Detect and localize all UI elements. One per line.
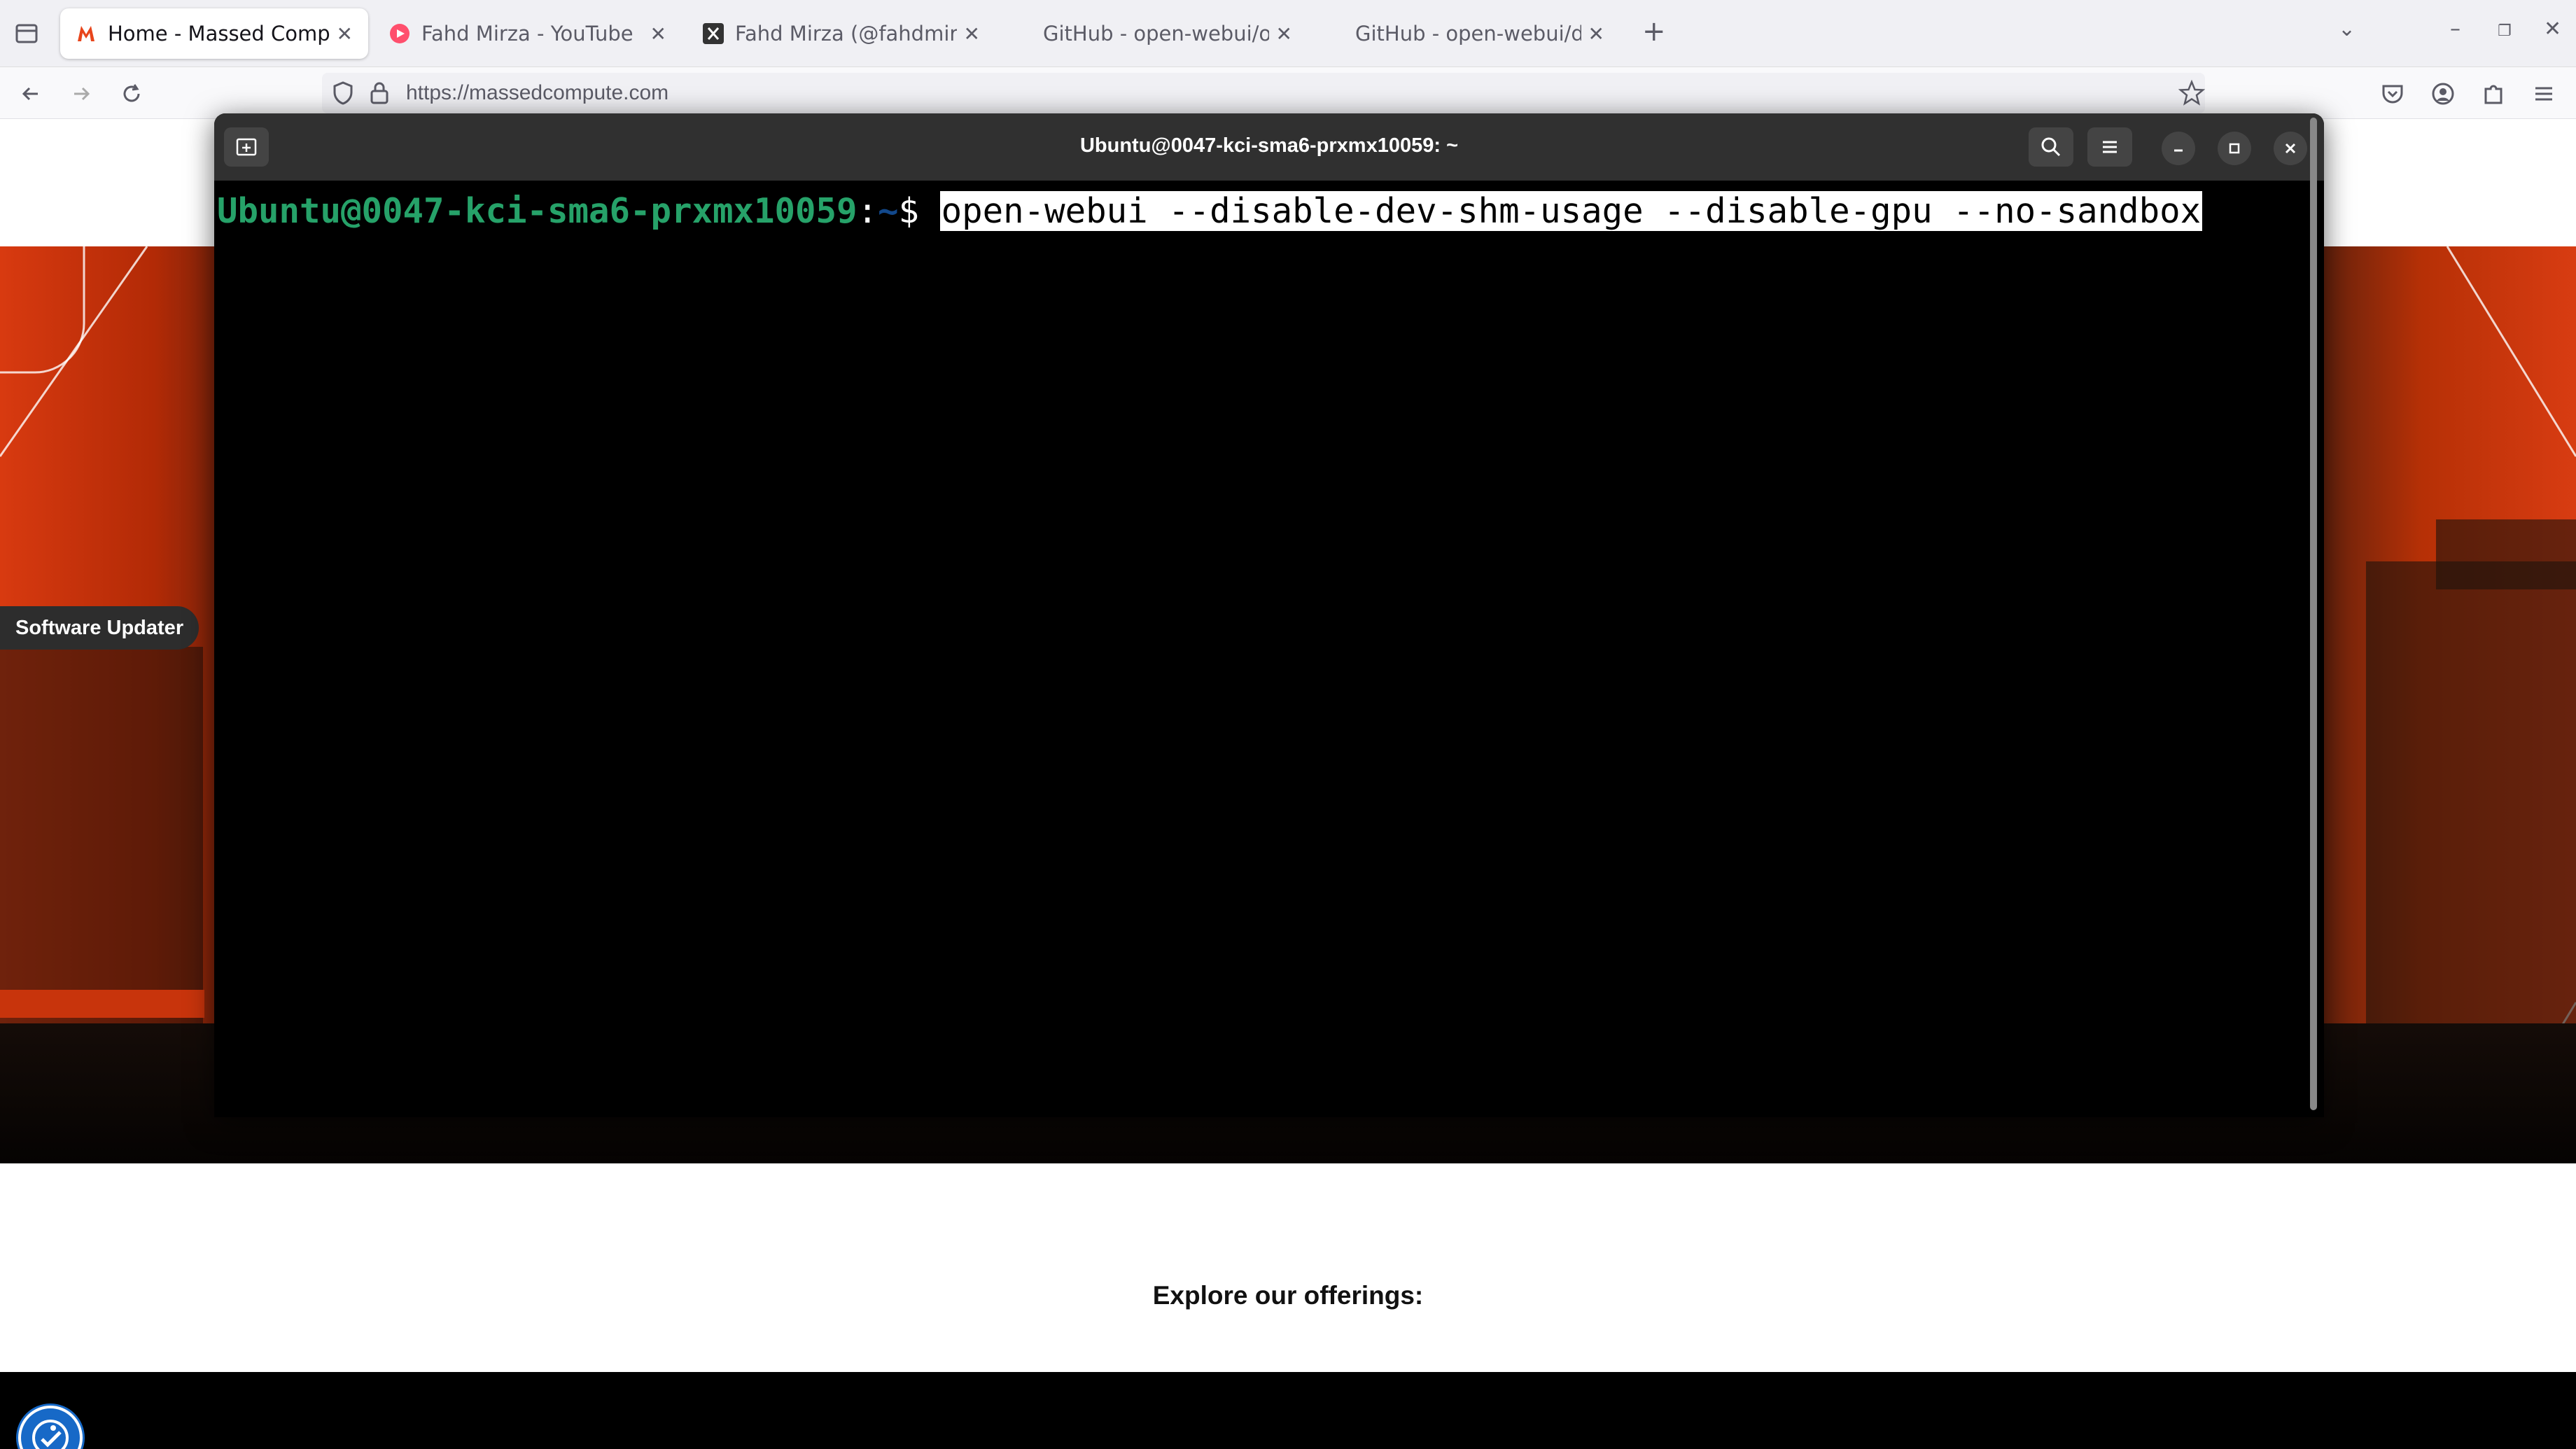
tab-x-profile[interactable]: Fahd Mirza (@fahdmirza ✕	[687, 8, 995, 59]
tab-github-2[interactable]: GitHub - open-webui/de ✕	[1340, 8, 1620, 59]
shield-icon[interactable]	[332, 81, 354, 108]
terminal-scrollbar[interactable]	[2310, 118, 2317, 1110]
navigation-bar: https://massedcompute.com	[0, 67, 2576, 119]
maximize-button[interactable]	[2218, 132, 2251, 165]
terminal-menu-button[interactable]	[2087, 127, 2132, 167]
account-icon	[2432, 83, 2454, 105]
close-icon	[2285, 143, 2296, 154]
terminal-window[interactable]: Ubuntu@0047-kci-sma6-prxmx10059: ~ Ubunt…	[214, 113, 2324, 1117]
hamburger-icon	[2103, 141, 2117, 153]
terminal-title: Ubuntu@0047-kci-sma6-prxmx10059: ~	[1079, 134, 1459, 157]
tab-youtube[interactable]: Fahd Mirza - YouTube ✕	[374, 8, 682, 59]
hamburger-icon	[2535, 87, 2552, 101]
reload-icon	[123, 84, 140, 102]
tab-list-icon	[15, 24, 38, 43]
puzzle-icon	[2484, 85, 2502, 104]
arrow-left-icon	[22, 87, 38, 101]
terminal-output[interactable]: Ubuntu@0047-kci-sma6-prxmx10059:~$ open-…	[214, 181, 2324, 1117]
tab-list-button[interactable]	[13, 20, 41, 48]
minimize-icon[interactable]: –	[2450, 17, 2460, 41]
maximize-icon	[2229, 143, 2240, 154]
minimize-button[interactable]	[2162, 132, 2195, 165]
prompt-colon: :	[857, 191, 878, 231]
bookmark-star-icon[interactable]	[2178, 79, 2206, 109]
url-bar[interactable]: https://massedcompute.com	[322, 73, 2206, 113]
accessibility-icon	[32, 1420, 69, 1449]
new-tab-button[interactable]: +	[1642, 15, 1666, 48]
command-text[interactable]: open-webui --disable-dev-shm-usage --dis…	[939, 191, 2203, 231]
search-icon	[2041, 137, 2061, 157]
tab-title: GitHub - open-webui/op	[1043, 22, 1269, 46]
close-icon[interactable]: ✕	[1276, 22, 1292, 46]
menu-button[interactable]	[2528, 78, 2559, 109]
back-button[interactable]	[15, 78, 46, 109]
list-all-tabs-chevron-icon[interactable]: ⌄	[2338, 17, 2356, 41]
pocket-button[interactable]	[2377, 78, 2408, 109]
offerings-heading: Explore our offerings:	[1152, 1281, 1424, 1310]
close-button[interactable]	[2274, 132, 2307, 165]
x-favicon	[703, 23, 724, 44]
extensions-button[interactable]	[2478, 78, 2509, 109]
tab-github-1[interactable]: GitHub - open-webui/op ✕	[1028, 8, 1308, 59]
search-button[interactable]	[2029, 127, 2073, 167]
forward-button[interactable]	[66, 78, 97, 109]
tab-bar: Home - Massed Compute ✕ Fahd Mirza - You…	[0, 0, 2576, 67]
tab-title: GitHub - open-webui/de	[1355, 22, 1581, 46]
prompt-user-host: Ubuntu@0047-kci-sma6-prxmx10059	[217, 191, 858, 231]
prompt-path: ~	[878, 191, 899, 231]
lock-icon[interactable]	[370, 81, 389, 108]
close-icon[interactable]: ✕	[337, 22, 353, 46]
close-icon[interactable]: ✕	[1588, 22, 1604, 46]
prompt-line: Ubuntu@0047-kci-sma6-prxmx10059:~$ open-…	[217, 190, 2203, 232]
prompt-sign: $	[898, 191, 940, 231]
url-text[interactable]: https://massedcompute.com	[406, 81, 668, 105]
tab-title: Fahd Mirza (@fahdmirza	[735, 22, 957, 46]
software-updater-tooltip[interactable]: Software Updater	[0, 606, 200, 650]
close-icon[interactable]: ✕	[964, 22, 980, 46]
tab-title: Home - Massed Compute	[108, 22, 330, 46]
tab-title: Fahd Mirza - YouTube	[421, 22, 634, 46]
close-icon[interactable]: ✕	[650, 22, 666, 46]
arrow-right-icon	[74, 87, 90, 101]
pocket-icon	[2382, 85, 2403, 104]
massed-compute-favicon	[76, 23, 97, 44]
restore-icon[interactable]: ❐	[2498, 22, 2512, 40]
minimize-icon	[2174, 149, 2183, 152]
youtube-favicon	[389, 23, 410, 44]
tab-massed-compute[interactable]: Home - Massed Compute ✕	[60, 8, 368, 59]
close-window-icon[interactable]: ✕	[2544, 17, 2561, 41]
reload-button[interactable]	[116, 78, 147, 109]
account-button[interactable]	[2428, 78, 2458, 109]
terminal-header-bar[interactable]: Ubuntu@0047-kci-sma6-prxmx10059: ~	[214, 113, 2324, 181]
accessibility-button[interactable]	[18, 1406, 83, 1449]
